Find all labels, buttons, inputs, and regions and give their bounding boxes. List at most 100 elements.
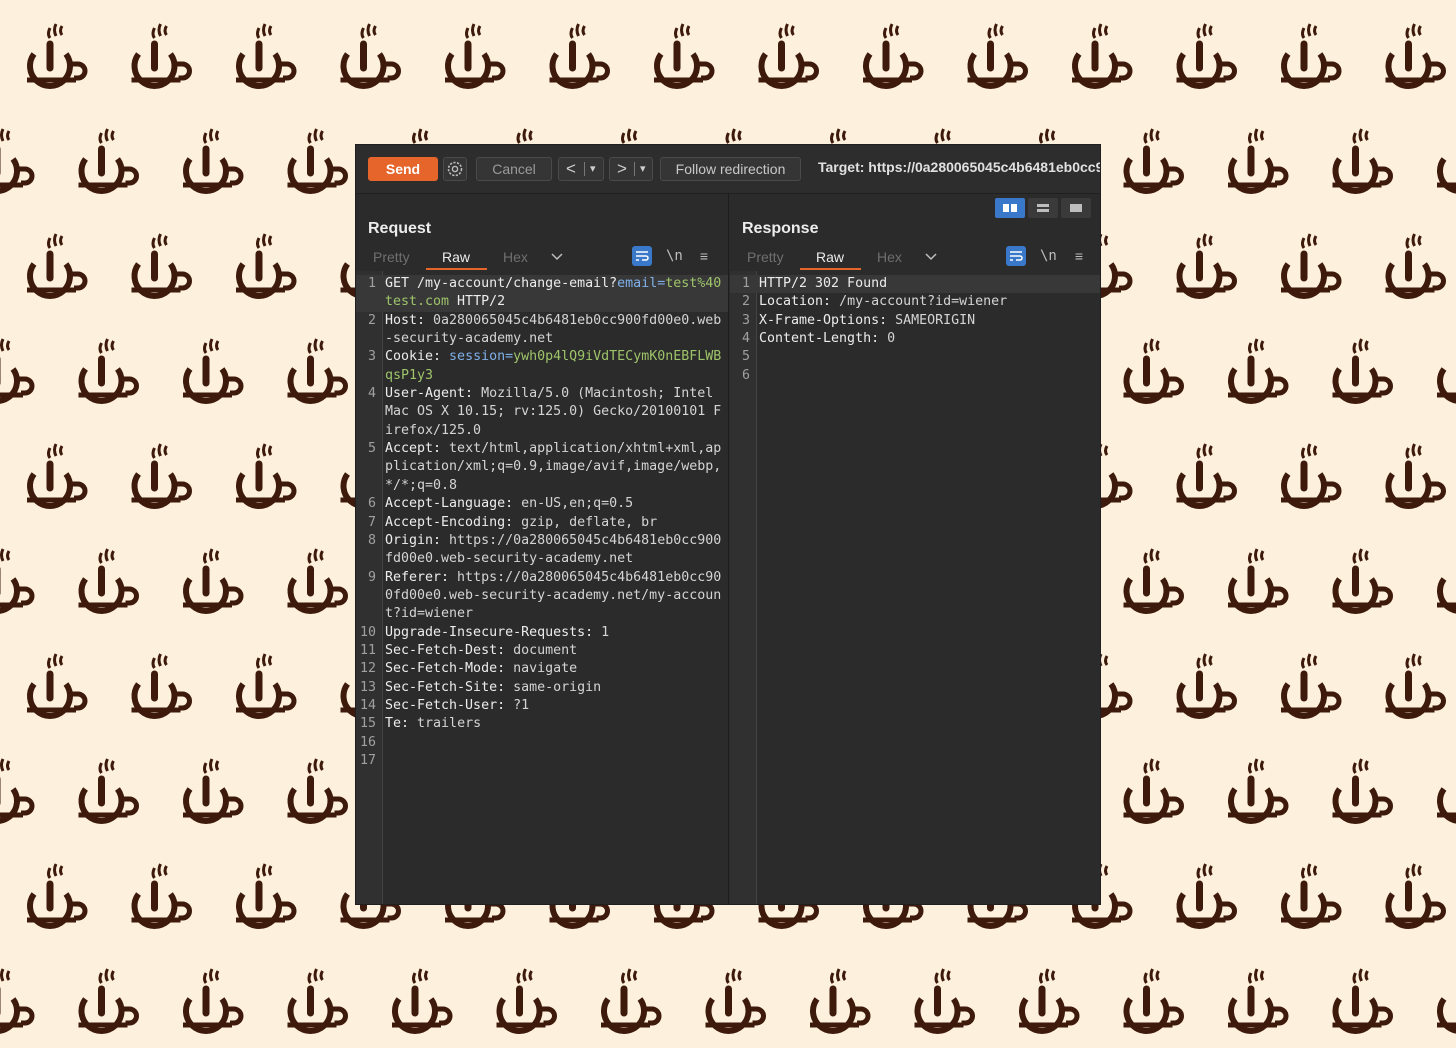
editor-line[interactable]: 4 Content-Length: 0 (730, 330, 1100, 348)
editor-line[interactable]: 1 HTTP/2 302 Found (730, 275, 1100, 294)
editor-line[interactable]: 11 Sec-Fetch-Dest: document (356, 642, 728, 660)
layout-tabs-button[interactable] (1061, 198, 1091, 218)
editor-line[interactable]: 9 Referer: https://0a280065045c4b6481eb0c… (356, 569, 728, 624)
chevron-down-icon[interactable] (550, 252, 564, 262)
editor-line[interactable]: 14 Sec-Fetch-User: ?1 (356, 697, 728, 715)
editor-line[interactable]: 16 (356, 734, 728, 752)
send-button[interactable]: Send (368, 157, 438, 181)
coffee-cup-power-icon (601, 968, 662, 1034)
editor-line[interactable]: 3 Cookie: session=ywh0p4lQ9iVdTECymK0nEBF… (356, 348, 728, 385)
settings-button[interactable] (443, 157, 467, 181)
line-number: 17 (359, 753, 376, 769)
editor-line[interactable]: 2 Host: 0a280065045c4b6481eb0cc900fd00e0.… (356, 312, 728, 349)
coffee-cup-power-icon (183, 758, 244, 824)
coffee-cup-power-icon (758, 23, 819, 89)
request-tab-pretty[interactable]: Pretty (373, 249, 410, 265)
line-number: 14 (359, 698, 376, 714)
line-number: 16 (359, 734, 376, 750)
line-text: Accept-Encoding: gzip, deflate, br (385, 514, 724, 532)
coffee-cup-power-icon (1437, 157, 1456, 194)
show-newlines-toggle[interactable]: \n (666, 246, 686, 266)
coffee-cup-power-icon (131, 233, 192, 299)
coffee-cup-power-icon (236, 443, 297, 509)
coffee-cup-power-icon (1176, 23, 1237, 89)
line-token: Sec-Fetch-Dest: (385, 643, 506, 658)
editor-line[interactable]: 6 Accept-Language: en-US,en;q=0.5 (356, 495, 728, 513)
word-wrap-toggle[interactable] (1006, 246, 1026, 266)
separator (634, 162, 635, 176)
editor-line[interactable]: 15 Te: trailers (356, 715, 728, 733)
editor-line[interactable]: 3 X-Frame-Options: SAMEORIGIN (730, 312, 1100, 330)
pane-divider[interactable] (728, 193, 729, 904)
editor-line[interactable]: 1 GET /my-account/change-email?email=test… (356, 275, 728, 312)
request-tab-hex[interactable]: Hex (503, 249, 528, 265)
line-token: document (505, 643, 578, 658)
editor-line[interactable]: 8 Origin: https://0a280065045c4b6481eb0cc… (356, 532, 728, 569)
request-editor[interactable]: 1 GET /my-account/change-email?email=test… (356, 271, 728, 904)
editor-line[interactable]: 7 Accept-Encoding: gzip, deflate, br (356, 514, 728, 532)
line-number: 7 (367, 514, 376, 530)
response-tab-raw[interactable]: Raw (816, 249, 844, 265)
editor-line[interactable]: 5 Accept: text/html,application/xhtml+xml… (356, 440, 728, 495)
line-number: 3 (367, 349, 376, 365)
burp-repeater-window: Send Cancel < ▾ > ▾ Follow redirection T… (356, 145, 1100, 904)
editor-line[interactable]: 6 (730, 367, 1100, 385)
wrap-icon (1010, 251, 1023, 261)
line-token: trailers (409, 716, 482, 732)
coffee-cup-power-icon (340, 23, 401, 89)
line-token: Content-Length: (759, 331, 880, 347)
coffee-cup-power-icon (287, 338, 348, 404)
response-tab-pretty[interactable]: Pretty (747, 249, 784, 265)
coffee-cup-power-icon (78, 758, 139, 824)
follow-redirection-button[interactable]: Follow redirection (660, 157, 801, 181)
line-token: Sec-Fetch-Site: (385, 679, 506, 695)
coffee-cup-power-icon (287, 548, 348, 614)
chevron-down-icon[interactable] (924, 252, 938, 262)
line-number: 8 (367, 532, 376, 548)
coffee-cup-power-icon (654, 23, 715, 89)
line-text: GET /my-account/change-email?email=test%… (385, 275, 724, 312)
coffee-cup-power-icon (1228, 338, 1289, 404)
layout-stacked-button[interactable] (1028, 198, 1058, 218)
editor-line[interactable]: 17 (356, 752, 728, 770)
line-text: Cookie: session=ywh0p4lQ9iVdTECymK0nEBFL… (385, 348, 724, 385)
coffee-cup-power-icon (1281, 653, 1342, 719)
back-dropdown-icon[interactable]: ▾ (590, 158, 596, 180)
back-history-button[interactable]: < ▾ (558, 157, 604, 181)
line-token: Upgrade-Insecure-Requests: (385, 624, 594, 640)
coffee-cup-power-icon (1123, 758, 1184, 824)
target-label[interactable]: Target: https://0a280065045c4b6481eb0cc9 (818, 159, 1100, 175)
line-token: Sec-Fetch-Mode: (385, 661, 506, 677)
coffee-cup-power-icon (236, 23, 297, 89)
layout-side-by-side-button[interactable] (995, 198, 1025, 218)
response-tab-hex[interactable]: Hex (877, 249, 902, 265)
editor-line[interactable]: 10 Upgrade-Insecure-Requests: 1 (356, 624, 728, 642)
editor-line[interactable]: 4 User-Agent: Mozilla/5.0 (Macintosh; Int… (356, 385, 728, 440)
word-wrap-toggle[interactable] (632, 246, 652, 266)
coffee-cup-power-icon (863, 23, 924, 89)
coffee-cup-power-icon (78, 338, 139, 404)
coffee-cup-power-icon (1228, 968, 1289, 1034)
line-text: Origin: https://0a280065045c4b6481eb0cc9… (385, 532, 724, 569)
response-editor[interactable]: 1 HTTP/2 302 Found 2 Location: /my-account?… (730, 271, 1100, 904)
coffee-cup-power-icon (1437, 787, 1456, 824)
line-number: 5 (741, 349, 750, 365)
menu-icon[interactable]: ≡ (694, 246, 714, 266)
coffee-cup-power-icon (1123, 968, 1184, 1034)
editor-line[interactable]: 5 (730, 348, 1100, 366)
forward-dropdown-icon[interactable]: ▾ (640, 158, 646, 180)
editor-line[interactable]: 12 Sec-Fetch-Mode: navigate (356, 660, 728, 678)
show-newlines-toggle[interactable]: \n (1040, 246, 1060, 266)
forward-history-button[interactable]: > ▾ (609, 157, 653, 181)
line-text: Upgrade-Insecure-Requests: 1 (385, 624, 724, 642)
cancel-button[interactable]: Cancel (476, 157, 552, 181)
editor-line[interactable]: 13 Sec-Fetch-Site: same-origin (356, 679, 728, 697)
editor-line[interactable]: 2 Location: /my-account?id=wiener (730, 293, 1100, 311)
rows-icon (1037, 204, 1049, 212)
menu-icon[interactable]: ≡ (1069, 246, 1089, 266)
request-tab-raw[interactable]: Raw (442, 249, 470, 265)
line-token: Accept-Language: (385, 496, 514, 512)
line-number: 4 (367, 386, 376, 402)
line-text: Host: 0a280065045c4b6481eb0cc900fd00e0.w… (385, 312, 724, 349)
line-number: 9 (367, 569, 376, 585)
